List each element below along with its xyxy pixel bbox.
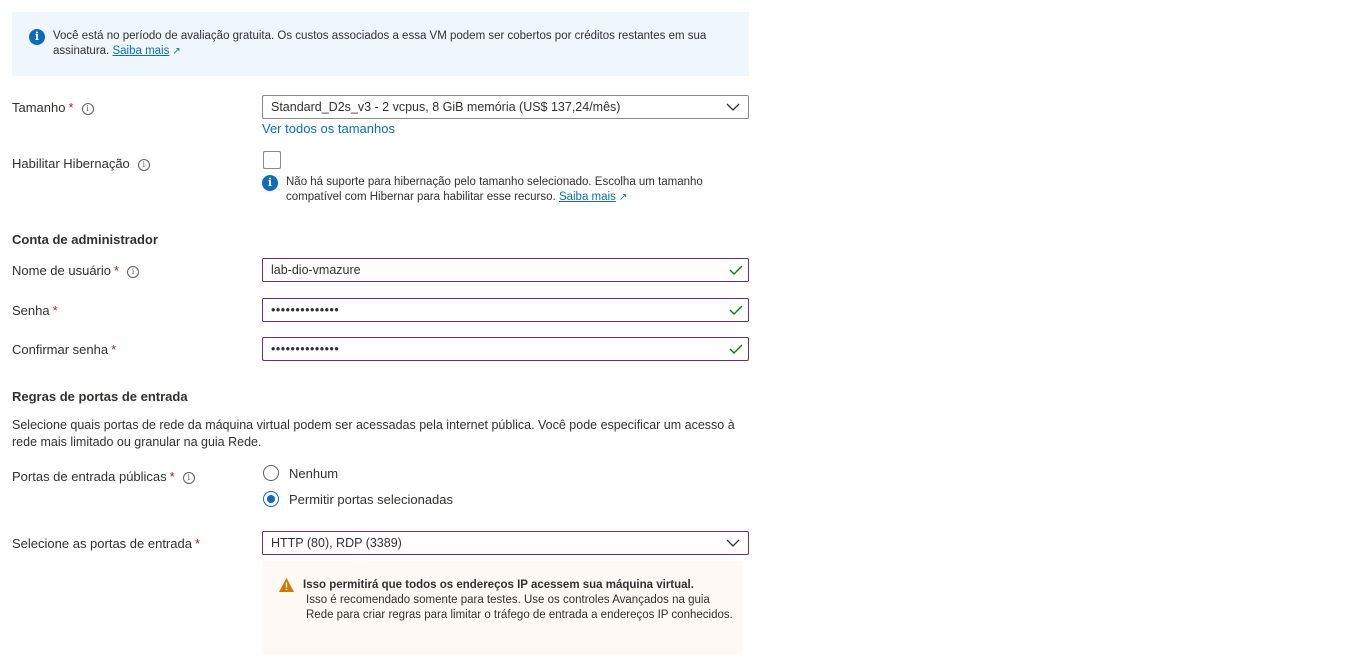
chevron-down-icon [726, 539, 740, 547]
chevron-down-icon [726, 103, 740, 111]
password-label: Senha * [12, 303, 58, 318]
hibernation-info-icon[interactable]: i [137, 158, 150, 171]
username-value: lab-dio-vmazure [271, 263, 361, 277]
required-mark: * [169, 469, 175, 484]
confirm-password-label: Confirmar senha * [12, 342, 116, 357]
free-trial-banner-text: Você está no período de avaliação gratui… [53, 29, 733, 59]
inbound-ports-value: HTTP (80), RDP (3389) [271, 536, 402, 550]
required-mark: * [52, 303, 58, 318]
info-icon: i [29, 29, 45, 45]
size-select[interactable]: Standard_D2s_v3 - 2 vcpus, 8 GiB memória… [262, 95, 749, 119]
confirm-password-value: •••••••••••••• [271, 342, 340, 356]
required-mark: * [111, 342, 117, 357]
warning-title: Isso permitirá que todos os endereços IP… [303, 579, 694, 591]
select-ports-label-text: Selecione as portas de entrada [12, 536, 192, 551]
radio-none[interactable] [263, 465, 279, 481]
inbound-rules-description: Selecione quais portas de rede da máquin… [12, 418, 735, 449]
warning-body: Isso é recomendado somente para testes. … [306, 594, 733, 621]
username-label: Nome de usuário * i [12, 263, 140, 278]
required-mark: * [114, 263, 120, 278]
confirm-password-label-text: Confirmar senha [12, 342, 109, 357]
size-info-icon[interactable]: i [81, 102, 94, 115]
hibernation-label: Habilitar Hibernação i [12, 156, 150, 171]
required-mark: * [194, 536, 201, 551]
hibernation-label-text: Habilitar Hibernação [12, 156, 130, 171]
password-value: •••••••••••••• [271, 303, 340, 317]
size-label: Tamanho * i [12, 100, 94, 115]
inbound-rules-heading: Regras de portas de entrada [12, 389, 188, 404]
warning-icon [279, 578, 294, 592]
username-label-text: Nome de usuário [12, 263, 111, 278]
see-all-sizes-link[interactable]: Ver todos os tamanhos [262, 121, 395, 136]
username-info-icon[interactable]: i [127, 265, 140, 278]
external-link-icon: ↗ [618, 192, 628, 203]
public-ports-info-icon[interactable]: i [182, 471, 195, 484]
admin-account-heading: Conta de administrador [12, 232, 158, 247]
public-access-warning: Isso permitirá que todos os endereços IP… [262, 561, 742, 654]
confirm-password-input[interactable]: •••••••••••••• [262, 337, 749, 361]
password-label-text: Senha [12, 303, 50, 318]
inbound-ports-select[interactable]: HTTP (80), RDP (3389) [262, 531, 749, 555]
password-input[interactable]: •••••••••••••• [262, 298, 749, 322]
external-link-icon: ↗ [172, 46, 181, 57]
checkmark-icon [729, 344, 743, 354]
hibernation-info: Não há suporte para hibernação pelo tama… [286, 175, 731, 205]
public-ports-label: Portas de entrada públicas * i [12, 469, 195, 484]
banner-learn-more-link[interactable]: Saiba mais [112, 45, 169, 57]
info-icon: i [262, 175, 278, 191]
radio-none-label[interactable]: Nenhum [289, 466, 338, 481]
username-input[interactable]: lab-dio-vmazure [262, 258, 749, 282]
checkmark-icon [729, 265, 743, 275]
public-ports-label-text: Portas de entrada públicas [12, 469, 167, 484]
radio-allow-selected-ports-label[interactable]: Permitir portas selecionadas [289, 492, 453, 507]
free-trial-banner: i Você está no período de avaliação grat… [12, 12, 749, 76]
select-ports-label: Selecione as portas de entrada * [12, 536, 200, 551]
hibernation-info-text: Não há suporte para hibernação pelo tama… [286, 176, 703, 203]
hibernation-checkbox[interactable] [263, 151, 281, 169]
size-select-value: Standard_D2s_v3 - 2 vcpus, 8 GiB memória… [271, 100, 621, 114]
required-mark: * [68, 100, 74, 115]
size-label-text: Tamanho [12, 100, 66, 115]
hibernation-learn-more-link[interactable]: Saiba mais [559, 191, 616, 203]
checkmark-icon [729, 305, 743, 315]
warning-text: Isso permitirá que todos os endereços IP… [303, 578, 733, 623]
radio-allow-selected-ports[interactable] [263, 491, 279, 507]
